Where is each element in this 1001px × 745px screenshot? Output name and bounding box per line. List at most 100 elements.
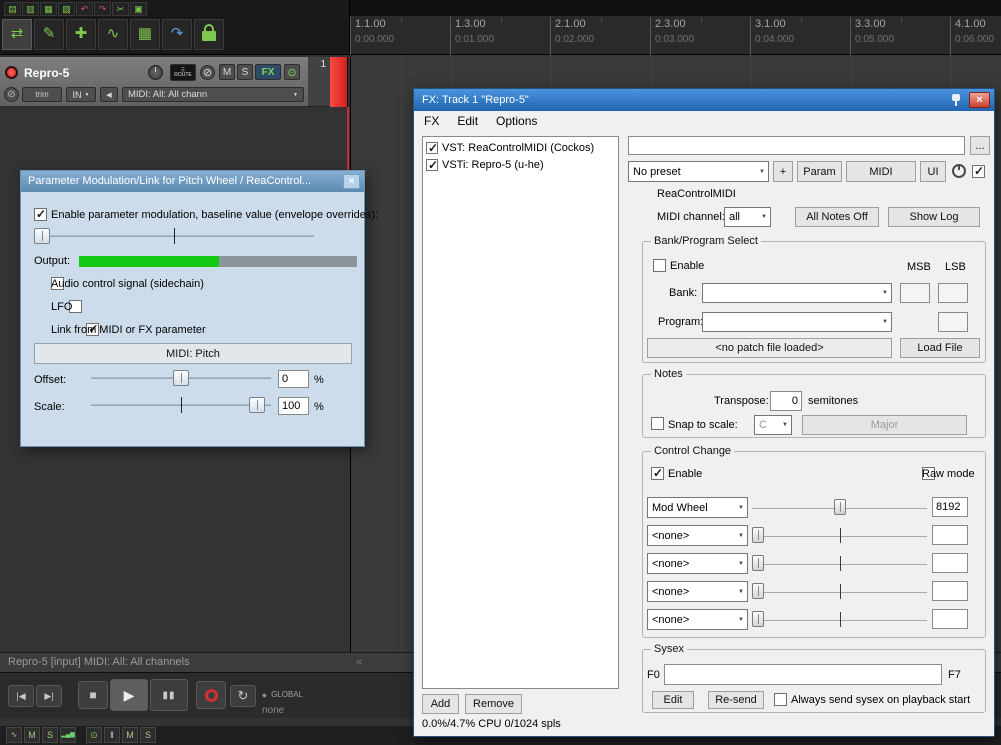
close-icon[interactable]: ×	[969, 92, 990, 108]
input-button[interactable]: IN ▼	[66, 87, 96, 102]
cc-slider[interactable]	[752, 526, 927, 545]
slider-handle[interactable]	[34, 228, 50, 244]
add-fx-button[interactable]: Add	[422, 694, 459, 714]
record-button[interactable]	[196, 681, 226, 709]
always-send-checkbox[interactable]	[774, 693, 787, 706]
bank-enable-checkbox[interactable]	[653, 259, 666, 272]
cc-selector[interactable]: Mod Wheel	[647, 497, 748, 518]
scale-name-button[interactable]: Major	[802, 415, 967, 435]
undo-icon[interactable]: ↶	[76, 2, 93, 16]
preset-selector[interactable]: No preset	[628, 161, 769, 182]
stop-button[interactable]: ■	[78, 681, 108, 709]
slider-handle[interactable]	[173, 370, 189, 386]
mute-button[interactable]: M	[219, 64, 235, 80]
cc-value-field[interactable]	[932, 581, 968, 601]
param-button[interactable]: Param	[797, 161, 842, 182]
slider-handle[interactable]	[752, 583, 764, 599]
cc-slider[interactable]	[752, 610, 927, 629]
item-split-icon[interactable]: ✂	[112, 2, 129, 16]
mute-button[interactable]: M	[24, 727, 40, 743]
slider-handle[interactable]	[752, 527, 764, 543]
scale-slider[interactable]	[91, 396, 271, 414]
cc-slider[interactable]	[752, 498, 927, 517]
new-project-icon[interactable]: ▤	[4, 2, 21, 16]
mute-button[interactable]: M	[122, 727, 138, 743]
pencil-draw-icon[interactable]: ✎	[34, 19, 64, 50]
grid-snap-icon[interactable]: ▦	[130, 19, 160, 50]
project-settings-icon[interactable]: ▨	[58, 2, 75, 16]
edit-cursor-wave-icon[interactable]: ∿	[98, 19, 128, 50]
program-selector[interactable]	[702, 312, 892, 332]
io-routing-button[interactable]: MIDI	[846, 161, 916, 182]
baseline-slider[interactable]	[34, 227, 314, 245]
trim-fader[interactable]: trim	[22, 87, 62, 102]
sysex-field[interactable]	[664, 664, 942, 685]
cc-value-field[interactable]	[932, 609, 968, 629]
fx-button[interactable]: FX	[255, 64, 281, 80]
enable-modulation-checkbox[interactable]	[34, 207, 47, 221]
fx-chain-list[interactable]: VST: ReaControlMIDI (Cockos) VSTi: Repro…	[422, 136, 619, 689]
track-name[interactable]: Repro-5	[24, 66, 69, 80]
redo-icon[interactable]: ↷	[94, 2, 111, 16]
polarity-icon[interactable]: ⊘	[4, 87, 19, 102]
cc-slider[interactable]	[752, 582, 927, 601]
route-button[interactable]: ⠿ ROUTE	[170, 64, 196, 81]
fx-power-icon[interactable]: ⊙	[284, 64, 300, 80]
cc-selector[interactable]: <none>	[647, 553, 748, 574]
sysex-resend-button[interactable]: Re-send	[708, 691, 764, 709]
io-pipe-icon[interactable]: ‖	[104, 727, 120, 743]
global-automation[interactable]: ◆ GLOBAL none	[262, 684, 303, 716]
envelope-mode-icon[interactable]: ⇄	[2, 19, 32, 50]
open-project-icon[interactable]: ▥	[22, 2, 39, 16]
cc-value-field[interactable]	[932, 525, 968, 545]
key-selector[interactable]: C	[754, 415, 792, 435]
fx-chain-item[interactable]: VSTi: Repro-5 (u-he)	[423, 156, 618, 173]
load-file-button[interactable]: Load File	[900, 338, 980, 358]
cc-selector[interactable]: <none>	[647, 609, 748, 630]
monitor-speaker-icon[interactable]: ◀	[100, 87, 118, 102]
save-preset-button[interactable]: +	[773, 161, 793, 182]
volume-knob[interactable]	[148, 65, 163, 80]
solo-button[interactable]: S	[42, 727, 58, 743]
hand-scroll-icon[interactable]: ✚	[66, 19, 96, 50]
slider-handle[interactable]	[833, 499, 846, 515]
fx-comment-field[interactable]	[628, 136, 965, 155]
play-button[interactable]: ▶	[110, 679, 148, 711]
more-button[interactable]: ...	[970, 136, 990, 155]
menu-options[interactable]: Options	[488, 111, 545, 131]
save-project-icon[interactable]: ▦	[40, 2, 57, 16]
go-end-button[interactable]: ▶|	[36, 685, 62, 707]
item-group-icon[interactable]: ▣	[130, 2, 147, 16]
timeline-ruler[interactable]: 1.1.00 0:00.000 1.3.00 0:01.000 2.1.00 0:02…	[350, 17, 1001, 55]
cc-selector[interactable]: <none>	[647, 581, 748, 602]
smooth-curve-icon[interactable]: ↷	[162, 19, 192, 50]
fx-active-checkbox[interactable]	[972, 164, 985, 178]
record-arm-button[interactable]	[5, 66, 18, 79]
bank-lsb-field[interactable]	[938, 283, 968, 303]
patch-file-button[interactable]: <no patch file loaded>	[647, 338, 892, 358]
midi-channel-selector[interactable]: all	[724, 207, 771, 227]
menu-fx[interactable]: FX	[416, 111, 447, 131]
close-icon[interactable]: ×	[343, 174, 360, 189]
cc-value-field[interactable]	[932, 553, 968, 573]
show-log-button[interactable]: Show Log	[888, 207, 980, 227]
lock-icon[interactable]	[194, 19, 224, 50]
bank-selector[interactable]	[702, 283, 892, 303]
phase-button[interactable]: ⊘	[200, 65, 215, 80]
docker-arrow-icon[interactable]: «	[356, 653, 362, 672]
fx-enabled-checkbox[interactable]	[426, 158, 438, 172]
midi-input-selector[interactable]: MIDI: All: All chann ▼	[122, 87, 304, 102]
menu-edit[interactable]: Edit	[449, 111, 486, 131]
offset-value-field[interactable]: 0	[278, 370, 309, 388]
window-title[interactable]: FX: Track 1 "Repro-5"	[414, 89, 994, 111]
all-notes-off-button[interactable]: All Notes Off	[795, 207, 879, 227]
remove-fx-button[interactable]: Remove	[465, 694, 522, 714]
scale-value-field[interactable]: 100	[278, 397, 309, 415]
go-start-button[interactable]: |◀	[8, 685, 34, 707]
midi-pitch-button[interactable]: MIDI: Pitch	[34, 343, 352, 364]
wet-dry-knob[interactable]	[952, 164, 966, 178]
bank-msb-field[interactable]	[900, 283, 930, 303]
repeat-button[interactable]: ↻	[230, 685, 256, 707]
solo-button[interactable]: S	[237, 64, 253, 80]
meter-icon[interactable]: ▂▄▆	[60, 727, 76, 743]
